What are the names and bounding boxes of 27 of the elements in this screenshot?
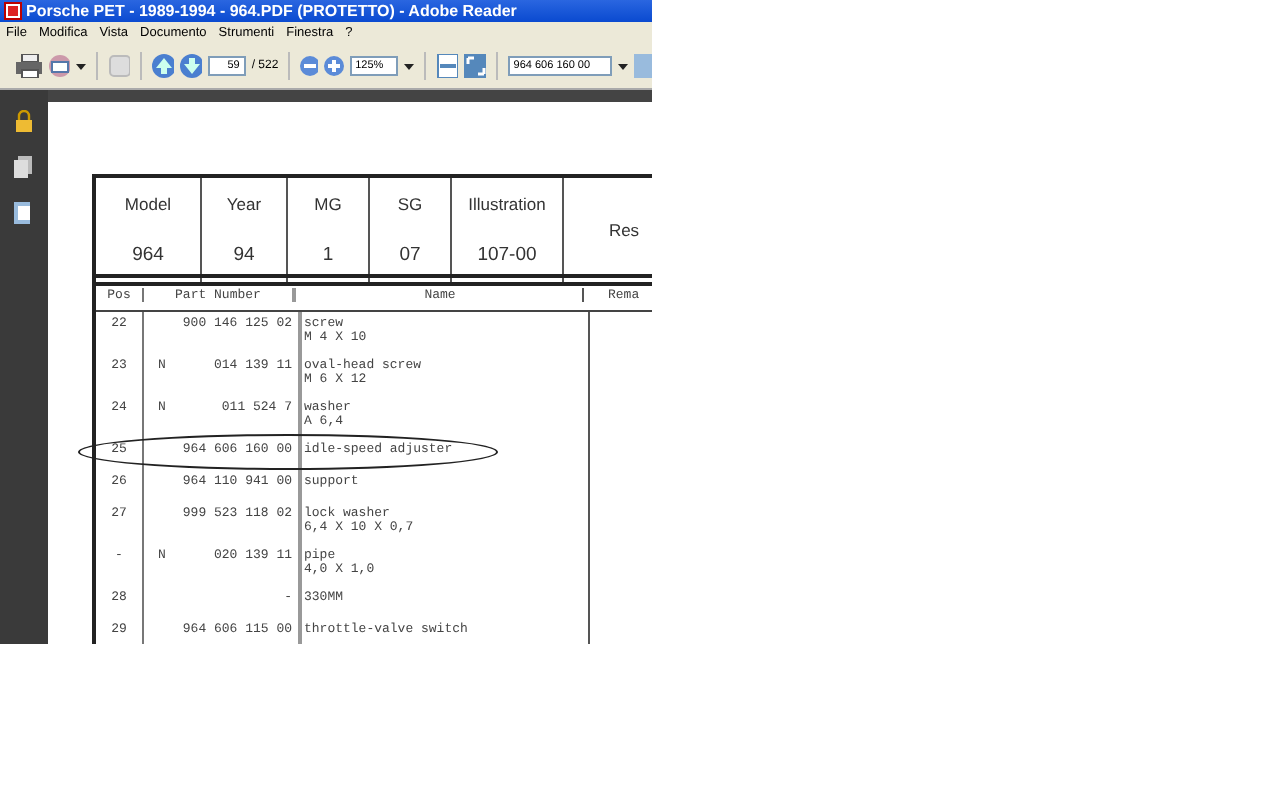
pages-icon[interactable]: [14, 156, 34, 178]
header-label: MG: [314, 193, 342, 214]
header-label: SG: [397, 193, 423, 214]
document-icon: [4, 2, 22, 20]
window-title: Porsche PET - 1989-1994 - 964.PDF (PROTETTO) - Adobe Reader: [26, 2, 517, 20]
zoom-in-icon[interactable]: [324, 56, 344, 76]
print-icon[interactable]: [16, 54, 42, 78]
disabled-tool-icon: [107, 54, 130, 78]
header-value: 964: [132, 244, 164, 267]
zoom-out-icon[interactable]: [300, 56, 319, 76]
header-label: Res: [608, 220, 640, 240]
caret-icon[interactable]: [618, 63, 628, 69]
header-label: Model: [124, 193, 172, 214]
caret-icon[interactable]: [76, 63, 86, 69]
fit-page-icon[interactable]: [435, 54, 458, 78]
attachment-icon[interactable]: [14, 202, 34, 224]
lock-icon[interactable]: [14, 110, 34, 132]
fullscreen-icon[interactable]: [463, 54, 486, 78]
header-value: 07: [399, 244, 421, 267]
previous-page-icon[interactable]: [151, 54, 174, 78]
header-label: Year: [226, 193, 262, 214]
header-value: 94: [233, 244, 255, 267]
next-page-icon[interactable]: [179, 54, 202, 78]
header-value: 107-00: [477, 244, 537, 267]
caret-icon[interactable]: [404, 63, 414, 69]
header-value: 1: [322, 244, 334, 267]
header-label: Illustration: [468, 193, 546, 214]
